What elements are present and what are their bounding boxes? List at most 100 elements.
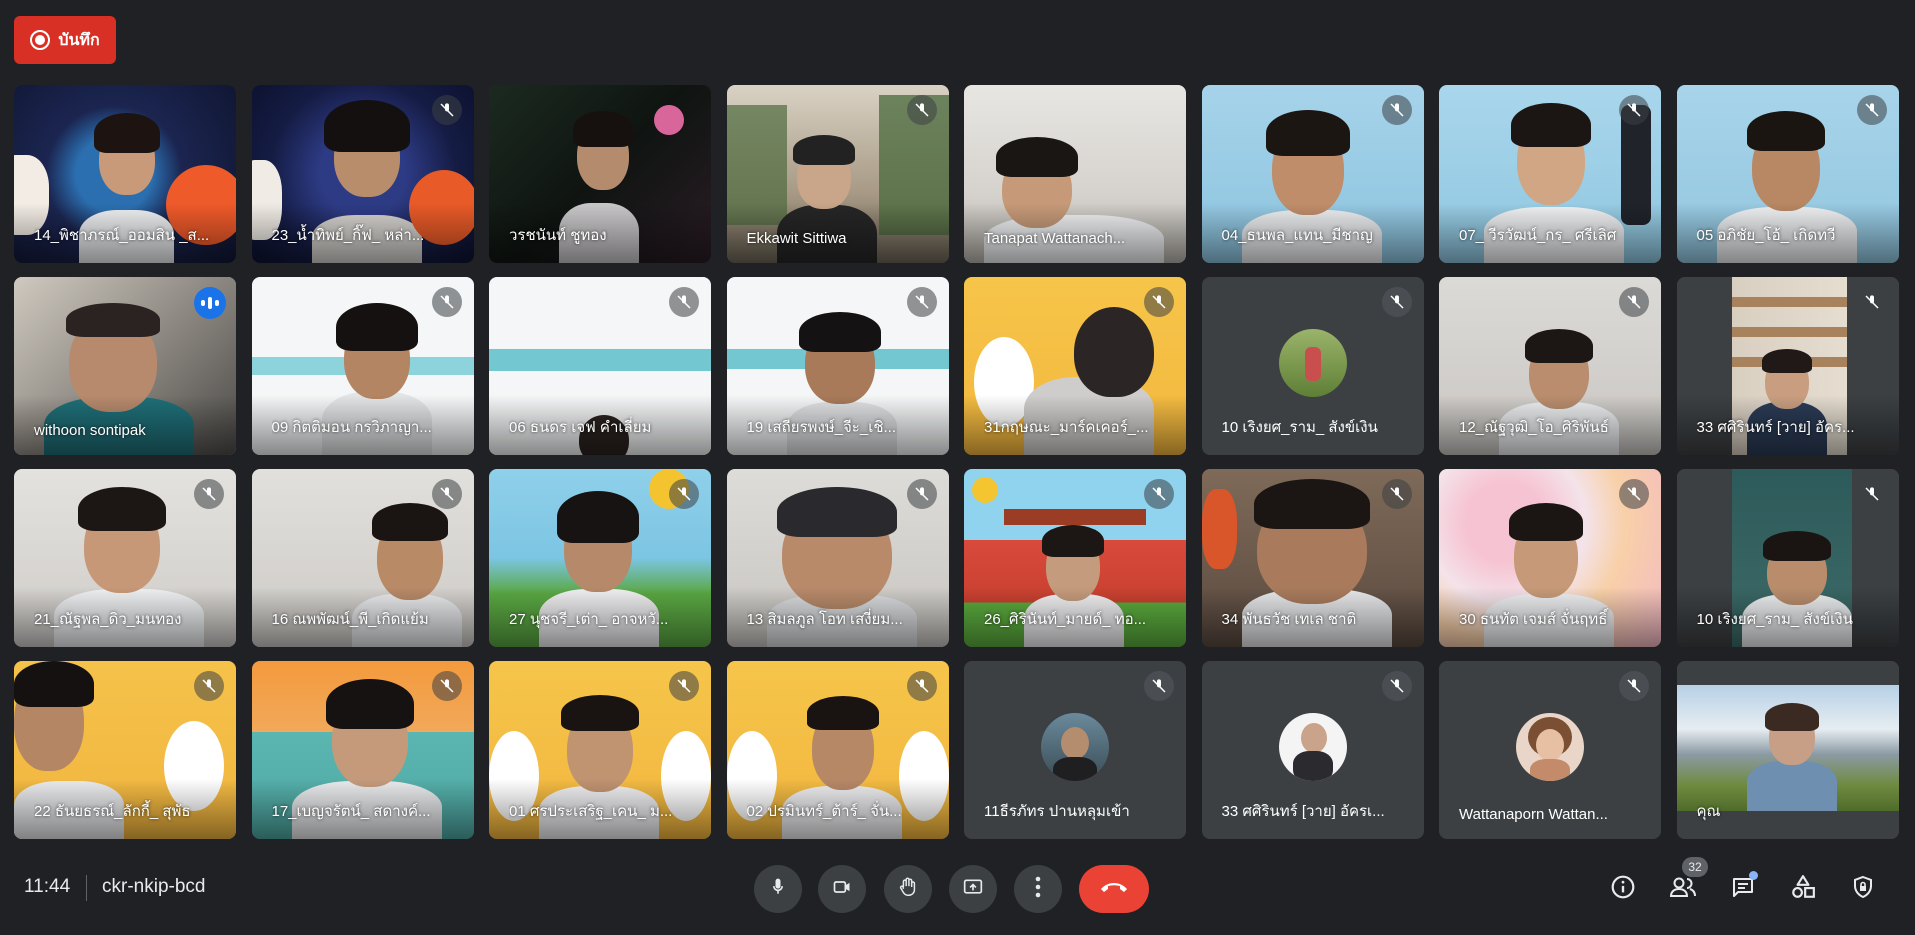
chat-notification-dot — [1749, 871, 1758, 880]
participant-name: Ekkawit Sittiwa — [746, 230, 847, 247]
participant-tile-no-video[interactable]: 10 เริงยศ_ราม_ สังข์เงิน — [1201, 277, 1424, 455]
meeting-time: 11:44 — [24, 876, 71, 897]
meeting-info-button[interactable] — [1603, 869, 1643, 909]
participant-tile[interactable]: 30 ธนทัต เจมส์ จั่นฤทธิ์ — [1439, 469, 1661, 647]
mic-off-icon — [1619, 671, 1649, 701]
participant-tile[interactable]: 06 ธนดร เจฟ คำเลี่ยม — [489, 277, 711, 455]
meeting-code: ckr-nkip-bcd — [102, 876, 206, 897]
mic-off-icon — [906, 95, 937, 125]
participant-tile[interactable]: 09 กิตติมอน กรวิภาญา... — [251, 277, 474, 455]
camera-icon — [831, 877, 853, 902]
participant-tile[interactable]: 12_ณัฐวุฒิ_โอ_ศิริพันธ์ — [1439, 277, 1661, 455]
mic-off-icon — [1856, 287, 1887, 317]
participant-tile[interactable]: 33 ศศิรินทร์ [วาย] อัคร... — [1676, 277, 1899, 455]
participant-tile[interactable]: 19 เสถียรพงษ์_จีะ_เชิ... — [726, 277, 949, 455]
record-icon — [30, 30, 51, 50]
shield-lock-icon — [1851, 874, 1875, 905]
participant-tile[interactable]: Tanapat Wattanach... — [964, 85, 1186, 263]
mic-off-icon — [906, 671, 937, 701]
activities-button[interactable] — [1783, 869, 1823, 909]
participant-tile[interactable]: 22 ธันยธรณ์_ลักกี้_ สุพัธ — [14, 661, 236, 839]
participant-tile[interactable]: 17_เบญจรัตน์_ สดางค์... — [251, 661, 474, 839]
participant-name: 27 นุชจรี_เต่า_ อาจหวั... — [509, 611, 669, 628]
participant-tile[interactable]: 26_ศิรินันท์_มายด์_ ทอ... — [964, 469, 1186, 647]
participant-name: 07_ วีรวัฒน์_กร_ ศรีเลิศ — [1459, 227, 1617, 244]
participant-name: 30 ธนทัต เจมส์ จั่นฤทธิ์ — [1459, 611, 1608, 628]
mic-off-icon — [1381, 287, 1412, 317]
participant-name: Wattanaporn Wattan... — [1459, 806, 1608, 823]
mic-off-icon — [1619, 479, 1649, 509]
divider — [86, 875, 87, 901]
participant-name: 22 ธันยธรณ์_ลักกี้_ สุพัธ — [34, 803, 191, 820]
mic-off-icon — [669, 671, 699, 701]
mic-off-icon — [1144, 287, 1174, 317]
mic-off-icon — [906, 287, 937, 317]
participant-name: Tanapat Wattanach... — [984, 230, 1126, 247]
participant-name: 16 ณพพัฒน์_พี_เกิดแย้ม — [271, 611, 429, 628]
participant-name: 13 สิมลภูล โอท เสงี่ยม... — [746, 611, 903, 628]
participant-tile[interactable]: 01 ศรประเสริฐ_เคน_ ม... — [489, 661, 711, 839]
participants-count-badge: 32 — [1682, 857, 1708, 877]
mic-off-icon — [194, 671, 224, 701]
participant-tile[interactable]: 02 ปรมินทร์_ต้าร์_ จั่น... — [726, 661, 949, 839]
mic-off-icon — [1856, 479, 1887, 509]
mic-off-icon — [431, 95, 462, 125]
mic-off-icon — [1144, 671, 1174, 701]
host-controls-button[interactable] — [1843, 869, 1883, 909]
participant-name: 11ธีรภัทร ปานหลุมเข้า — [984, 803, 1130, 820]
mic-off-icon — [1381, 671, 1412, 701]
info-icon — [1610, 874, 1636, 905]
mic-off-icon — [1619, 287, 1649, 317]
participant-name: 05 อภิชัย_โอ้_ เกิดทวี — [1696, 227, 1836, 244]
participant-tile[interactable]: 10 เริงยศ_ราม_ สังข์เงิน — [1676, 469, 1899, 647]
participant-name: 04_ธนพล_แทน_มีชาญ — [1221, 227, 1373, 244]
participant-tile-active-speaker[interactable]: withoon sontipak — [14, 277, 236, 455]
camera-button[interactable] — [818, 865, 866, 913]
mic-off-icon — [1381, 95, 1412, 125]
bottom-toolbar: 11:44 ckr-nkip-bcd 32 — [0, 855, 1915, 925]
mic-off-icon — [1381, 479, 1412, 509]
more-options-button[interactable] — [1014, 865, 1062, 913]
participant-tile-no-video[interactable]: Wattanaporn Wattan... — [1439, 661, 1661, 839]
participant-tile[interactable]: 04_ธนพล_แทน_มีชาญ — [1201, 85, 1424, 263]
participant-tile[interactable]: 31กฤษณะ_มาร์คเคอร์_... — [964, 277, 1186, 455]
participant-tile[interactable]: 14_พิชาภรณ์_ออมสิน _ส... — [14, 85, 236, 263]
avatar — [1278, 329, 1347, 397]
participant-name: 09 กิตติมอน กรวิภาญา... — [271, 419, 432, 436]
participant-tile[interactable]: 07_ วีรวัฒน์_กร_ ศรีเลิศ — [1439, 85, 1661, 263]
participant-tile[interactable]: 05 อภิชัย_โอ้_ เกิดทวี — [1676, 85, 1899, 263]
mic-off-icon — [1619, 95, 1649, 125]
leave-call-button[interactable] — [1079, 865, 1149, 913]
avatar — [1041, 713, 1109, 781]
hang-up-icon — [1099, 880, 1129, 899]
participant-tile[interactable]: 27 นุชจรี_เต่า_ อาจหวั... — [489, 469, 711, 647]
participant-tile-no-video[interactable]: 33 ศศิรินทร์ [วาย] อัครเ... — [1201, 661, 1424, 839]
participant-name: 26_ศิรินันท์_มายด์_ ทอ... — [984, 611, 1147, 628]
participant-tile[interactable]: 16 ณพพัฒน์_พี_เกิดแย้ม — [251, 469, 474, 647]
participant-tile[interactable]: 21_ณัฐพล_ดิว_มนทอง — [14, 469, 236, 647]
participant-tile[interactable]: 23_น้ำทิพย์_กิ๊ฟ_ หล่า... — [251, 85, 474, 263]
microphone-button[interactable] — [754, 865, 802, 913]
participant-tile[interactable]: วรชนันท์ ชูทอง — [489, 85, 711, 263]
mic-off-icon — [1144, 479, 1174, 509]
participant-tile[interactable]: 13 สิมลภูล โอท เสงี่ยม... — [726, 469, 949, 647]
participant-tile[interactable]: Ekkawit Sittiwa — [726, 85, 949, 263]
participant-tile-self[interactable]: คุณ — [1676, 661, 1899, 839]
record-button[interactable]: บันทึก — [14, 16, 116, 64]
speaking-indicator-icon — [194, 287, 226, 319]
participant-name: คุณ — [1696, 803, 1721, 820]
mic-off-icon — [669, 479, 699, 509]
participant-name: 12_ณัฐวุฒิ_โอ_ศิริพันธ์ — [1459, 419, 1609, 436]
participant-name: 21_ณัฐพล_ดิว_มนทอง — [34, 611, 182, 628]
avatar — [1516, 713, 1584, 781]
mic-off-icon — [431, 287, 462, 317]
participant-name: 17_เบญจรัตน์_ สดางค์... — [271, 803, 431, 820]
present-screen-button[interactable] — [949, 865, 997, 913]
participant-name: withoon sontipak — [34, 422, 146, 439]
raise-hand-button[interactable] — [884, 865, 932, 913]
record-label: บันทึก — [58, 31, 100, 49]
participant-tile[interactable]: 34 พันธวัช เทเล ชาติ — [1201, 469, 1424, 647]
participant-name: 31กฤษณะ_มาร์คเคอร์_... — [984, 419, 1149, 436]
mic-off-icon — [194, 479, 224, 509]
participant-tile-no-video[interactable]: 11ธีรภัทร ปานหลุมเข้า — [964, 661, 1186, 839]
